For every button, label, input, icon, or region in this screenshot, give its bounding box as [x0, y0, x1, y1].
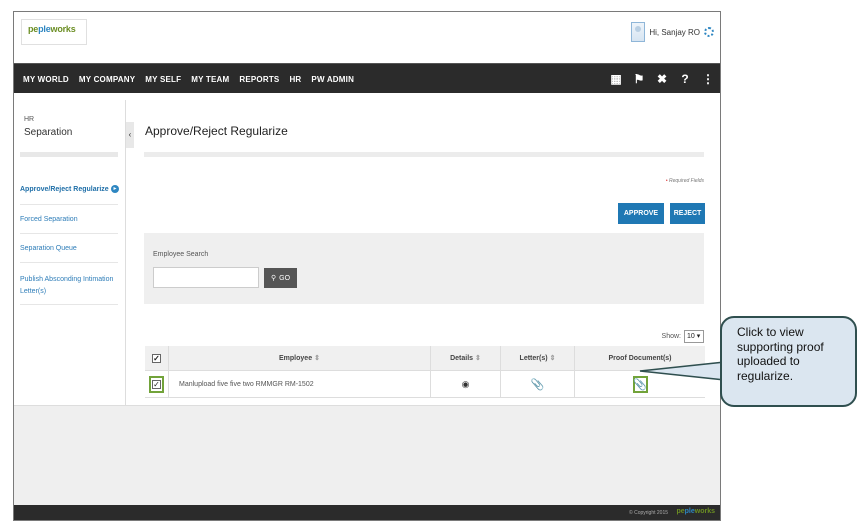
sidebar-divider — [20, 233, 118, 234]
chevron-right-icon: ▸ — [111, 185, 119, 193]
regularize-table: ✓ Employee ⇕ Details ⇕ Letter(s) ⇕ Proof Do… — [145, 346, 705, 398]
sidebar-item-forced-separation[interactable]: Forced Separation — [20, 216, 78, 223]
flag-icon[interactable]: ⚑ — [633, 73, 645, 85]
callout-pointer-shape — [639, 361, 726, 381]
page-size-value: 10 — [687, 333, 695, 340]
sidebar-divider — [20, 152, 118, 157]
logo-text-part: works — [50, 24, 76, 34]
footer-logo: pepleworks — [676, 508, 715, 515]
view-details-eye-icon[interactable]: ◉ — [462, 379, 470, 390]
approve-button[interactable]: APPROVE — [618, 203, 664, 224]
page-background-area — [14, 405, 720, 505]
employee-cell: Manlupload five five two RMMGR RM-1502 — [169, 371, 431, 397]
callout-pointer — [639, 361, 726, 381]
col-details[interactable]: Details ⇕ — [431, 346, 501, 370]
help-icon[interactable]: ? — [679, 73, 691, 85]
required-note-text: Required Fields — [668, 178, 704, 184]
table-header-row: ✓ Employee ⇕ Details ⇕ Letter(s) ⇕ Proof Do… — [145, 346, 705, 371]
footer-logo-part: works — [694, 508, 715, 515]
sort-icon: ⇕ — [475, 355, 481, 362]
footer-logo-part: pe — [676, 508, 685, 515]
col-details-label: Details — [450, 354, 474, 362]
footer-logo-part: ple — [684, 508, 695, 515]
sidebar-collapse-chevron-icon[interactable]: ‹ — [126, 122, 134, 148]
sort-icon: ⇕ — [549, 355, 556, 362]
callout-tooltip: Click to view supporting proof uploaded … — [720, 316, 857, 407]
logo-text-part: pe — [28, 24, 39, 34]
sidebar-item-approve-reject-regularize[interactable]: Approve/Reject Regularize — [20, 186, 109, 193]
row-select-cell: ✓ — [145, 371, 169, 397]
sidebar-divider — [20, 262, 118, 263]
col-letters-label: Letter(s) — [519, 354, 548, 362]
nav-item-my-self[interactable]: MY SELF — [140, 75, 186, 84]
sidebar-divider — [20, 204, 118, 205]
col-employee[interactable]: Employee ⇕ — [169, 346, 431, 370]
sidebar-item-publish-absconding[interactable]: Publish Absconding Intimation Letter(s) — [20, 274, 116, 298]
employee-search-input[interactable] — [153, 267, 259, 288]
sidebar-item-separation-queue[interactable]: Separation Queue — [20, 245, 77, 252]
footer: © Copyright 2015 pepleworks — [14, 505, 720, 520]
nav-item-reports[interactable]: REPORTS — [234, 75, 284, 84]
sidebar-section-label: HR — [24, 116, 35, 123]
title-divider — [144, 152, 704, 157]
required-star-icon: • — [665, 178, 668, 184]
sidebar-title: Separation — [24, 127, 73, 138]
show-label: Show: — [661, 333, 681, 340]
details-cell: ◉ — [431, 371, 501, 397]
employee-search-panel: Employee Search ⚲ GO — [144, 233, 704, 304]
main-content: Approve/Reject Regularize • Required Fie… — [134, 100, 706, 405]
sort-icon: ⇕ — [314, 355, 320, 362]
sidebar: HR Separation Approve/Reject Regularize … — [14, 100, 126, 405]
top-header: pepleworks Hi, Sanjay RO — [14, 12, 720, 63]
sidebar-divider — [20, 304, 118, 305]
book-icon[interactable]: ▦ — [610, 73, 622, 85]
nav-item-pw-admin[interactable]: PW ADMIN — [306, 75, 359, 84]
page-title: Approve/Reject Regularize — [145, 124, 288, 138]
letter-attachment-paperclip-icon[interactable]: 📎 — [531, 378, 545, 391]
nav-item-my-team[interactable]: MY TEAM — [186, 75, 234, 84]
col-letters[interactable]: Letter(s) ⇕ — [501, 346, 575, 370]
peopleworks-logo[interactable]: pepleworks — [21, 19, 87, 45]
letters-cell: 📎 — [501, 371, 575, 397]
chevron-down-icon: ▾ — [696, 333, 701, 340]
table-row: ✓ Manlupload five five two RMMGR RM-1502… — [145, 371, 705, 398]
app-window: pepleworks Hi, Sanjay RO MY WORLD MY COM… — [13, 11, 721, 521]
reject-button[interactable]: REJECT — [670, 203, 705, 224]
avatar[interactable] — [631, 22, 646, 42]
go-button[interactable]: ⚲ GO — [264, 268, 297, 288]
employee-search-label: Employee Search — [153, 251, 209, 258]
nav-item-hr[interactable]: HR — [284, 75, 306, 84]
logo-text-part: ple — [38, 24, 51, 34]
page-size-select[interactable]: 10 ▾ — [684, 330, 704, 343]
user-greeting: Hi, Sanjay RO — [649, 27, 700, 37]
copyright-text: © Copyright 2015 — [629, 510, 668, 516]
user-menu[interactable]: Hi, Sanjay RO — [631, 22, 714, 42]
nav-item-my-world[interactable]: MY WORLD — [18, 75, 74, 84]
row-checkbox[interactable]: ✓ — [152, 379, 161, 389]
callout-text: Click to view supporting proof uploaded … — [737, 325, 824, 383]
tools-icon[interactable]: ✖ — [656, 73, 668, 85]
select-all-cell: ✓ — [145, 346, 169, 370]
go-label: GO — [279, 274, 291, 282]
select-all-checkbox[interactable]: ✓ — [152, 353, 161, 363]
col-proof-label: Proof Document(s) — [608, 354, 672, 362]
required-fields-note: • Required Fields — [666, 178, 704, 184]
page-size-control: Show: 10 ▾ — [662, 330, 704, 343]
settings-gear-icon[interactable] — [704, 27, 714, 37]
main-navigation: MY WORLD MY COMPANY MY SELF MY TEAM REPO… — [14, 63, 720, 93]
search-icon: ⚲ — [270, 275, 277, 282]
highlight-box: ✓ — [149, 375, 164, 393]
nav-item-my-company[interactable]: MY COMPANY — [74, 75, 140, 84]
share-icon[interactable]: ⋮ — [702, 73, 714, 85]
col-employee-label: Employee — [279, 354, 313, 362]
